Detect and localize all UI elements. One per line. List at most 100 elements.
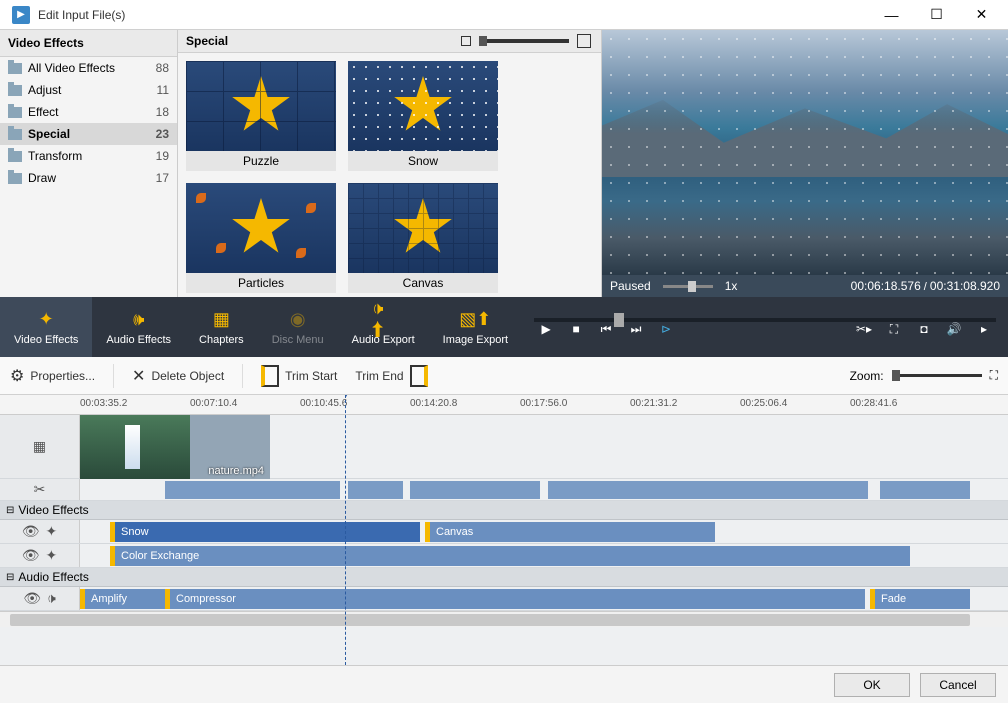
speed-slider[interactable] xyxy=(663,285,713,288)
folder-icon xyxy=(8,85,22,96)
audio-fx-clip[interactable] xyxy=(285,589,865,609)
playback-status: Paused xyxy=(610,279,651,293)
category-item[interactable]: Adjust11 xyxy=(0,79,177,101)
prev-button[interactable]: ⏮ xyxy=(596,322,616,337)
cut-segment[interactable] xyxy=(548,481,868,499)
play-button[interactable]: ▶ xyxy=(536,322,556,336)
eye-icon[interactable]: 👁 xyxy=(22,523,40,540)
cut-segment[interactable] xyxy=(410,481,540,499)
audio-fx-clip[interactable]: Compressor xyxy=(165,589,285,609)
category-item[interactable]: Effect18 xyxy=(0,101,177,123)
fx-clip[interactable]: Canvas xyxy=(425,522,715,542)
preview-viewport[interactable] xyxy=(602,30,1008,275)
delete-object-button[interactable]: ✕ Delete Object xyxy=(132,366,224,386)
toolbar-chapters[interactable]: ▦Chapters xyxy=(185,297,258,357)
timeline-seek-bar[interactable] xyxy=(534,318,996,322)
audio-fx-clip[interactable]: Amplify xyxy=(80,589,165,609)
effect-tile-canvas[interactable]: Canvas xyxy=(348,183,498,293)
zoom-slider[interactable] xyxy=(892,374,982,377)
film-icon: ▦ xyxy=(210,308,232,330)
audio-icon: 🕩 xyxy=(47,590,56,607)
ok-button[interactable]: OK xyxy=(834,673,910,697)
ruler-tick: 00:21:31.2 xyxy=(630,398,677,409)
toolbar-audio-export[interactable]: 🕩⬆Audio Export xyxy=(338,297,429,357)
delete-icon: ✕ xyxy=(132,366,145,386)
effect-label: Particles xyxy=(186,273,336,293)
category-item[interactable]: Special23 xyxy=(0,123,177,145)
effect-tile-particles[interactable]: Particles xyxy=(186,183,336,293)
effect-tile-puzzle[interactable]: Puzzle xyxy=(186,61,336,171)
window-title: Edit Input File(s) xyxy=(38,8,869,22)
volume-icon[interactable]: 🔊 xyxy=(944,322,964,336)
snapshot-icon[interactable]: ◘ xyxy=(914,322,934,336)
grid-large-icon[interactable] xyxy=(577,34,591,48)
playhead[interactable] xyxy=(345,395,346,665)
cut-segment[interactable] xyxy=(165,481,340,499)
audio-fx-clip[interactable]: Fade xyxy=(870,589,970,609)
trim-end-button[interactable]: Trim End xyxy=(355,365,427,387)
edit-toolbar: ⚙ Properties... ✕ Delete Object Trim Sta… xyxy=(0,357,1008,395)
preview-panel: Paused 1x 00:06:18.576 / 00:31:08.920 xyxy=(602,30,1008,297)
video-track[interactable]: nature.mp4 xyxy=(80,415,1008,478)
category-item[interactable]: All Video Effects88 xyxy=(0,57,177,79)
zoom-fit-icon[interactable]: ⛶ xyxy=(990,368,998,383)
loop-button[interactable]: ⊳ xyxy=(656,322,676,336)
star-icon: ✦ xyxy=(35,308,57,330)
film-icon: ▦ xyxy=(33,438,46,455)
cut-segment[interactable] xyxy=(348,481,403,499)
video-clip[interactable]: nature.mp4 xyxy=(80,415,270,479)
ruler-tick: 00:14:20.8 xyxy=(410,398,457,409)
effect-label: Canvas xyxy=(348,273,498,293)
cut-icon[interactable]: ✂▸ xyxy=(854,322,874,336)
thumb-size-slider[interactable] xyxy=(479,39,569,43)
footer: OK Cancel xyxy=(0,665,1008,703)
fx-track-1[interactable]: SnowCanvas xyxy=(80,520,1008,543)
trim-start-icon xyxy=(261,365,279,387)
grid-small-icon[interactable] xyxy=(461,36,471,46)
fx-clip[interactable]: Color Exchange xyxy=(110,546,910,566)
cut-segment[interactable] xyxy=(880,481,970,499)
next-button[interactable]: ⏭ xyxy=(626,322,646,337)
ruler-tick: 00:03:35.2 xyxy=(80,398,127,409)
close-button[interactable]: ✕ xyxy=(959,1,1004,29)
ruler-tick: 00:10:45.6 xyxy=(300,398,347,409)
star-icon: ✦ xyxy=(46,523,58,540)
ruler-tick: 00:07:10.4 xyxy=(190,398,237,409)
current-time: 00:06:18.576 xyxy=(851,279,921,293)
fx-track-2[interactable]: Color Exchange xyxy=(80,544,1008,567)
category-item[interactable]: Transform19 xyxy=(0,145,177,167)
audio-fx-track[interactable]: AmplifyCompressor Fade xyxy=(80,587,1008,610)
cut-track[interactable] xyxy=(80,479,1008,500)
fx-clip[interactable]: Snow xyxy=(110,522,420,542)
toolbar-audio-effects[interactable]: 🕪Audio Effects xyxy=(92,297,185,357)
fullscreen-icon[interactable]: ⛶ xyxy=(884,322,904,337)
video-effects-section[interactable]: ⊟Video Effects xyxy=(0,501,1008,520)
eye-icon[interactable]: 👁 xyxy=(23,590,41,607)
category-sidebar: Video Effects All Video Effects88Adjust1… xyxy=(0,30,178,297)
disc-icon: ◉ xyxy=(287,308,309,330)
volume-expand-icon[interactable]: ▸ xyxy=(974,322,994,336)
minimize-button[interactable]: — xyxy=(869,1,914,29)
cancel-button[interactable]: Cancel xyxy=(920,673,996,697)
horizontal-scrollbar[interactable] xyxy=(0,611,1008,627)
maximize-button[interactable]: ☐ xyxy=(914,1,959,29)
toolbar-image-export[interactable]: ▧⬆Image Export xyxy=(429,297,522,357)
time-ruler[interactable]: 00:03:35.2 00:07:10.4 00:10:45.6 00:14:20.8… xyxy=(0,395,1008,415)
image-export-icon: ▧⬆ xyxy=(464,308,486,330)
audio-export-icon: 🕩⬆ xyxy=(372,308,394,330)
app-icon: ▶ xyxy=(12,6,30,24)
category-item[interactable]: Draw17 xyxy=(0,167,177,189)
audio-effects-section[interactable]: ⊟Audio Effects xyxy=(0,568,1008,587)
trim-start-button[interactable]: Trim Start xyxy=(261,365,337,387)
ruler-tick: 00:25:06.4 xyxy=(740,398,787,409)
effect-tile-snow[interactable]: Snow xyxy=(348,61,498,171)
star-icon: ✦ xyxy=(46,547,58,564)
zoom-label: Zoom: xyxy=(850,369,884,383)
folder-icon xyxy=(8,151,22,162)
toolbar-video-effects[interactable]: ✦Video Effects xyxy=(0,297,92,357)
eye-icon[interactable]: 👁 xyxy=(22,547,40,564)
trim-end-icon xyxy=(410,365,428,387)
folder-icon xyxy=(8,63,22,74)
stop-button[interactable]: ■ xyxy=(566,322,586,336)
properties-button[interactable]: ⚙ Properties... xyxy=(10,366,95,386)
